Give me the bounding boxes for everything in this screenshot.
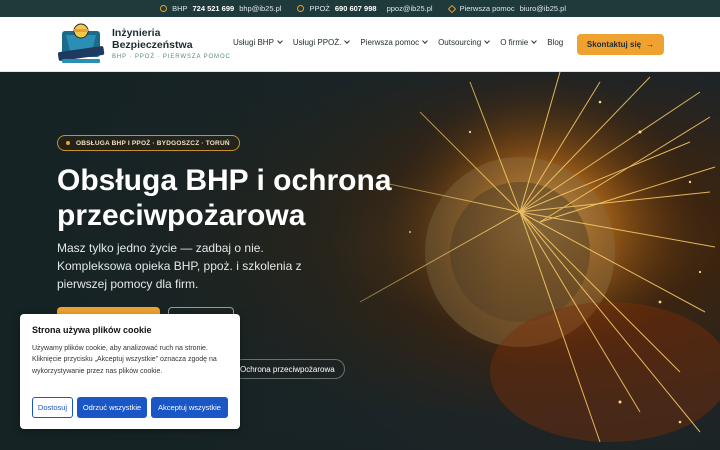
chevron-down-icon xyxy=(344,38,351,44)
first-aid-label: Pierwsza pomoc xyxy=(459,4,515,13)
chevron-down-icon xyxy=(277,38,283,44)
contact-bhp: BHP 724 521 699 bhp@ib25.pl xyxy=(160,4,281,13)
bhp-phone-link[interactable]: 724 521 699 xyxy=(192,4,234,13)
company-logo[interactable] xyxy=(56,21,106,65)
bhp-label: BHP xyxy=(172,4,188,13)
accept-all-button[interactable]: Akceptuj wszystkie xyxy=(151,397,228,418)
chevron-down-icon xyxy=(422,38,428,44)
ppoz-phone-link[interactable]: 690 607 998 xyxy=(335,4,377,13)
hero-title: Obsługa BHP i ochrona przeciwpożarowa xyxy=(57,164,392,232)
nav-item-label: O firmie xyxy=(500,38,529,47)
service-chip-label: Ochrona przeciwpożarowa xyxy=(240,364,335,374)
main-navigation: Usługi BHP Usługi PPOŻ. Pierwsza pomoc O… xyxy=(233,38,574,47)
nav-item-o-firmie[interactable]: O firmie xyxy=(500,38,538,47)
site-header: Inżynieria Bezpieczeństwa BHP · PPOŻ · P… xyxy=(0,17,720,72)
nav-item-label: Outsourcing xyxy=(438,38,482,47)
contact-cta-button[interactable]: Skontaktuj się → xyxy=(577,34,664,55)
nav-item-label: Usługi BHP xyxy=(233,38,274,47)
badge-text: OBSŁUGA BHP I PPOŻ · BYDGOSZCZ · TORUŃ xyxy=(76,139,230,147)
fire-icon xyxy=(297,5,305,12)
bhp-email-link[interactable]: bhp@ib25.pl xyxy=(239,4,281,13)
service-chip[interactable]: Ochrona przeciwpożarowa xyxy=(232,359,345,379)
nav-item-blog[interactable]: Blog xyxy=(547,38,563,47)
contact-first-aid: Pierwsza pomoc biuro@ib25.pl xyxy=(447,4,566,13)
chevron-down-icon xyxy=(484,38,491,44)
customize-cookies-button[interactable]: Dostosuj xyxy=(32,397,73,418)
nav-item-label: Usługi PPOŻ. xyxy=(292,38,342,47)
ppoz-label: PPOŻ xyxy=(309,4,330,13)
brand[interactable]: Inżynieria Bezpieczeństwa BHP · PPOŻ · P… xyxy=(112,27,231,60)
shield-icon xyxy=(160,5,168,12)
arrow-right-icon: → xyxy=(646,40,655,49)
top-contact-bar: BHP 724 521 699 bhp@ib25.pl PPOŻ 690 607… xyxy=(0,0,720,17)
cookie-title: Strona używa plików cookie xyxy=(32,325,152,335)
nav-item-uslugi-bhp[interactable]: Usługi BHP xyxy=(233,38,283,47)
cta-label: Skontaktuj się xyxy=(586,40,642,49)
nav-item-uslugi-ppoz[interactable]: Usługi PPOŻ. xyxy=(292,38,351,47)
first-aid-email-link[interactable]: biuro@ib25.pl xyxy=(520,4,566,13)
nav-item-outsourcing[interactable]: Outsourcing xyxy=(438,38,491,47)
cookie-text: Używamy plików cookie, aby analizować ru… xyxy=(32,345,217,375)
dot-icon xyxy=(66,141,70,145)
first-aid-icon xyxy=(447,4,456,13)
chevron-down-icon xyxy=(531,38,538,44)
nav-item-pierwsza-pomoc[interactable]: Pierwsza pomoc xyxy=(360,38,428,47)
brand-tagline: BHP · PPOŻ · PIERWSZA POMOC xyxy=(112,54,231,60)
nav-item-label: Blog xyxy=(547,38,564,47)
ppoz-email-link[interactable]: ppoz@ib25.pl xyxy=(387,4,433,13)
cookie-actions: Dostosuj Odrzuć wszystkie Akceptuj wszys… xyxy=(32,397,228,418)
location-badge: OBSŁUGA BHP I PPOŻ · BYDGOSZCZ · TORUŃ xyxy=(57,135,240,151)
contact-ppoz: PPOŻ 690 607 998 ppoz@ib25.pl xyxy=(297,4,433,13)
reject-all-button[interactable]: Odrzuć wszystkie xyxy=(77,397,147,418)
cookie-consent-dialog: Strona używa plików cookie Używamy plikó… xyxy=(20,314,240,429)
nav-item-label: Pierwsza pomoc xyxy=(360,38,420,47)
brand-name: Inżynieria Bezpieczeństwa xyxy=(112,27,193,51)
hero-lead: Masz tylko jedno życie — zadbaj o nie. K… xyxy=(57,241,302,291)
